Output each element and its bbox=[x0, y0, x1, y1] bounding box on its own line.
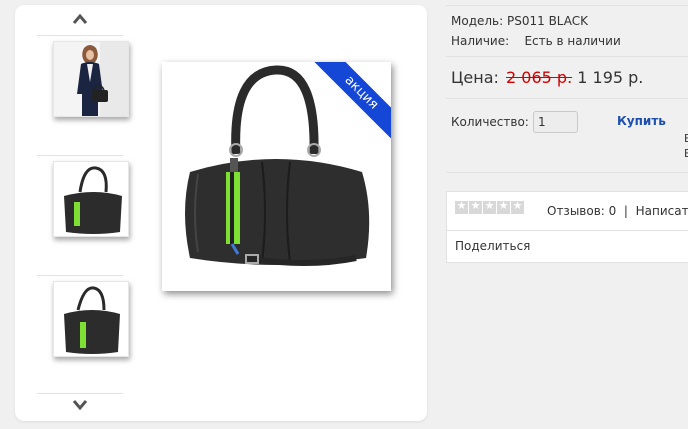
divider bbox=[37, 155, 123, 156]
main-product-image[interactable]: акция bbox=[162, 62, 391, 291]
thumbnail-strip bbox=[37, 5, 129, 421]
model-row: Модель: PS011 BLACK bbox=[451, 14, 588, 28]
divider bbox=[446, 5, 688, 6]
share-button[interactable]: Поделиться bbox=[455, 239, 530, 253]
quantity-label: Количество: bbox=[451, 115, 529, 129]
chevron-down-icon[interactable] bbox=[72, 399, 88, 413]
new-price: 1 195 р. bbox=[577, 68, 644, 87]
model-value: PS011 BLACK bbox=[507, 14, 589, 28]
divider bbox=[447, 230, 688, 231]
star-icon bbox=[497, 199, 510, 214]
divider bbox=[37, 393, 123, 394]
buy-button[interactable]: Купить bbox=[617, 114, 666, 128]
product-details: Модель: PS011 BLACK Наличие: Есть в нали… bbox=[446, 0, 688, 429]
old-price: 2 065 р. bbox=[506, 68, 573, 87]
availability-label: Наличие: bbox=[451, 34, 510, 48]
divider bbox=[37, 275, 123, 276]
thumbnail-model-photo[interactable] bbox=[53, 41, 129, 117]
star-icon bbox=[483, 199, 496, 214]
thumbnail-bag-front[interactable] bbox=[53, 281, 129, 357]
divider bbox=[37, 35, 123, 36]
reviews-separator: | bbox=[623, 204, 628, 218]
rating-stars bbox=[455, 199, 524, 214]
reviews-panel: Отзывов: 0 | Написат Поделиться bbox=[446, 191, 688, 263]
price-row: Цена: 2 065 р. 1 195 р. bbox=[451, 68, 643, 87]
chevron-up-icon[interactable] bbox=[72, 13, 88, 27]
thumbnail-bag-angle[interactable] bbox=[53, 161, 129, 237]
model-label: Модель: bbox=[451, 14, 504, 28]
product-gallery: акция bbox=[15, 5, 427, 421]
reviews-count-link[interactable]: Отзывов: 0 bbox=[547, 204, 616, 218]
write-review-link[interactable]: Написат bbox=[636, 204, 688, 218]
star-icon bbox=[511, 199, 524, 214]
divider bbox=[446, 172, 688, 173]
star-icon bbox=[469, 199, 482, 214]
truncated-text: Е bbox=[684, 132, 688, 145]
price-label: Цена: bbox=[451, 68, 499, 87]
reviews-row: Отзывов: 0 | Написат bbox=[547, 204, 688, 218]
quantity-input[interactable]: 1 bbox=[533, 111, 578, 133]
availability-value: Есть в наличии bbox=[524, 34, 621, 48]
truncated-text: Е bbox=[684, 147, 688, 160]
star-icon bbox=[455, 199, 468, 214]
divider bbox=[446, 98, 688, 99]
divider bbox=[446, 56, 688, 57]
availability-row: Наличие: Есть в наличии bbox=[451, 34, 621, 48]
